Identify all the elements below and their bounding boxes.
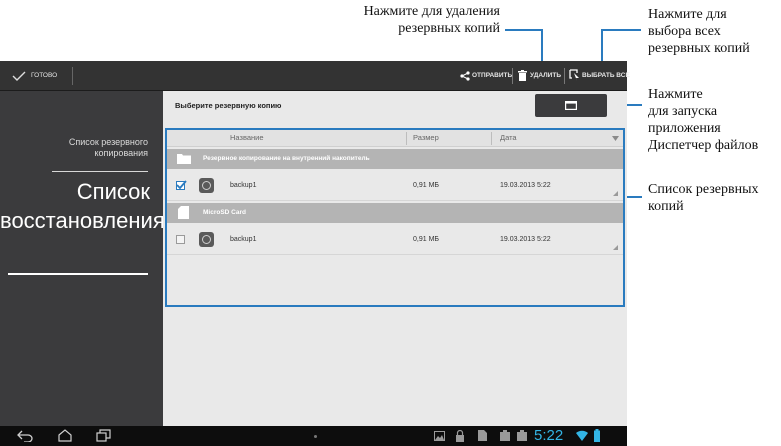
backup-app-icon — [199, 178, 214, 193]
checkmark-icon — [12, 71, 26, 81]
backup-name: backup1 — [230, 236, 257, 243]
backup-row[interactable]: backup1 0,91 МБ 19.03.2013 5:22 — [167, 225, 623, 255]
backup-app-icon — [199, 232, 214, 247]
backup-size: 0,91 МБ — [413, 182, 439, 189]
column-header-size[interactable]: Размер — [413, 133, 439, 142]
screenshot-notification-icon — [500, 430, 510, 441]
done-label: ГОТОВО — [31, 72, 58, 79]
recent-apps-icon[interactable] — [96, 429, 111, 442]
expand-corner-icon[interactable] — [613, 245, 618, 250]
trash-icon — [518, 70, 527, 81]
column-separator — [491, 132, 492, 145]
menu-dot-icon[interactable] — [314, 435, 317, 438]
actionbar-divider — [564, 68, 565, 84]
select-all-icon — [569, 69, 579, 81]
back-icon[interactable] — [17, 430, 33, 442]
select-backup-prompt: Выберите резервную копию — [175, 101, 282, 110]
sd-card-icon — [178, 206, 189, 219]
delete-button[interactable]: УДАЛИТЬ — [516, 65, 562, 87]
group-header-microsd: MicroSD Card — [167, 203, 623, 223]
file-manager-annotation: Нажмите для запуска приложения Диспетчер… — [648, 87, 759, 153]
clock: 5:22 — [534, 427, 564, 444]
delete-callout-line — [505, 29, 543, 31]
group-header-internal: Резервное копирование на внутренний нако… — [167, 149, 623, 169]
actionbar-divider — [512, 68, 513, 84]
expand-corner-icon[interactable] — [613, 191, 618, 196]
group-title: MicroSD Card — [203, 209, 246, 216]
home-icon[interactable] — [58, 429, 72, 442]
wifi-icon — [576, 430, 588, 441]
column-separator — [406, 132, 407, 145]
delete-annotation: Нажмите для удаления резервных копий — [363, 4, 500, 36]
share-icon — [460, 71, 470, 81]
lock-notification-icon — [456, 430, 464, 442]
folder-icon — [565, 101, 577, 110]
actionbar-divider — [72, 67, 73, 85]
backup-list-annotation: Список резервных копий — [648, 182, 759, 214]
column-header-date[interactable]: Дата — [500, 133, 517, 142]
backup-name: backup1 — [230, 182, 257, 189]
document-notification-icon — [478, 430, 487, 441]
column-header-name[interactable]: Название — [230, 133, 264, 142]
backup-selection-panel: Выберите резервную копию Название Размер… — [163, 91, 627, 426]
sidebar-selected-indicator — [8, 273, 148, 275]
checkmark-icon — [176, 180, 187, 190]
backup-date: 19.03.2013 5:22 — [500, 182, 551, 189]
done-button[interactable]: ГОТОВО — [6, 61, 66, 91]
gallery-notification-icon — [434, 431, 445, 441]
group-title: Резервное копирование на внутренний нако… — [203, 155, 370, 162]
backup-size: 0,91 МБ — [413, 236, 439, 243]
sidebar: Список резервного копирования Список вос… — [0, 91, 165, 426]
backup-date: 19.03.2013 5:22 — [500, 236, 551, 243]
sort-arrow-icon[interactable] — [612, 136, 619, 141]
sidebar-divider — [52, 171, 148, 172]
select-all-callout-line — [601, 29, 641, 31]
select-all-button[interactable]: ВЫБРАТЬ ВСЕ — [567, 65, 630, 87]
screenshot-notification-icon — [517, 430, 527, 441]
sidebar-item-backup-list[interactable]: Список резервного копирования — [40, 137, 148, 159]
delete-label: УДАЛИТЬ — [530, 72, 561, 79]
select-all-label: ВЫБРАТЬ ВСЕ — [582, 72, 630, 79]
sidebar-item-restore-list[interactable]: Список восстановления — [0, 177, 165, 235]
share-label: ОТПРАВИТЬ — [472, 72, 513, 79]
system-nav-bar: 5:22 — [0, 426, 627, 446]
folder-icon — [177, 154, 191, 164]
share-button[interactable]: ОТПРАВИТЬ — [458, 65, 513, 87]
battery-icon — [594, 429, 600, 442]
file-manager-button[interactable] — [535, 94, 607, 117]
action-bar: ГОТОВО ОТПРАВИТЬ УДАЛИТЬ ВЫБРАТЬ ВСЕ — [0, 61, 630, 91]
backup-row[interactable]: backup1 0,91 МБ 19.03.2013 5:22 — [167, 171, 623, 201]
select-all-annotation: Нажмите для выбора всех резервных копий — [648, 7, 750, 56]
column-header-row: Название Размер Дата — [167, 130, 623, 147]
row-checkbox-unchecked[interactable] — [176, 235, 185, 244]
row-checkbox-checked[interactable] — [176, 180, 187, 190]
